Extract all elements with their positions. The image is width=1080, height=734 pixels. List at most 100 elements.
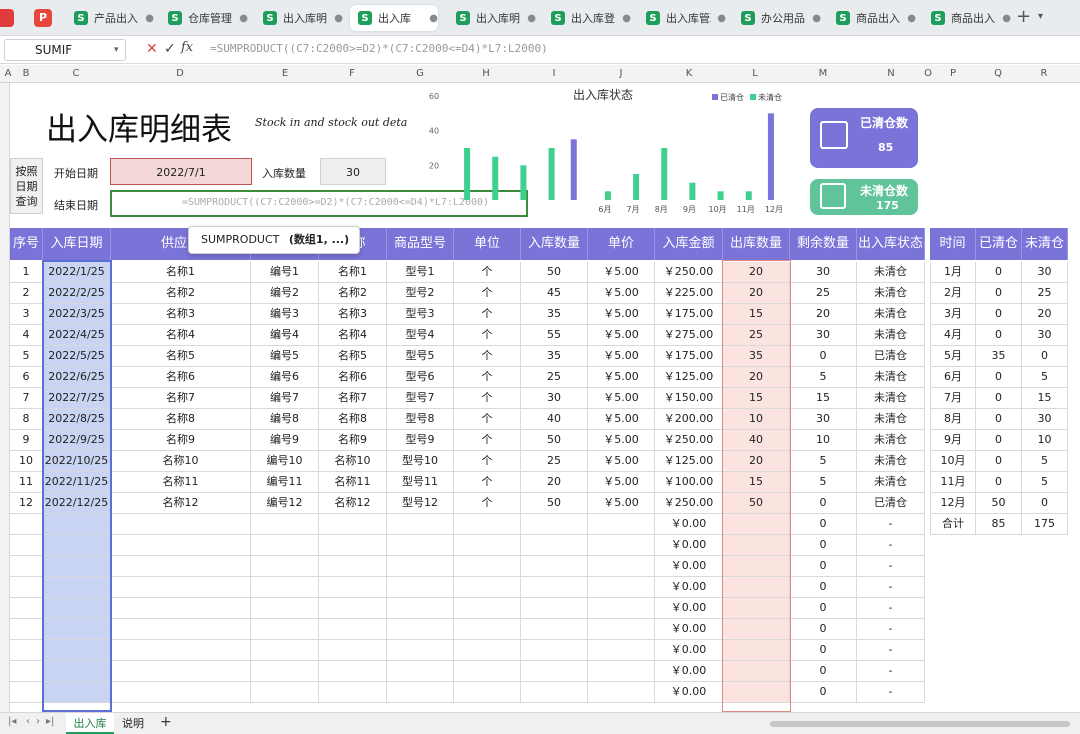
summary-cell[interactable]: 30: [1022, 325, 1068, 346]
table-cell[interactable]: [723, 598, 790, 619]
table-cell[interactable]: ￥5.00: [588, 388, 655, 409]
table-cell[interactable]: 编号11: [251, 472, 319, 493]
table-cell[interactable]: 25: [521, 367, 588, 388]
table-cell[interactable]: 2022/7/25: [43, 388, 111, 409]
prev-sheet-icon[interactable]: ‹: [26, 716, 30, 727]
table-cell[interactable]: [251, 577, 319, 598]
table-cell[interactable]: 20: [723, 367, 790, 388]
table-cell[interactable]: 未清仓: [857, 472, 925, 493]
table-cell[interactable]: ￥275.00: [655, 325, 723, 346]
table-cell[interactable]: 1: [10, 262, 43, 283]
table-cell[interactable]: 名称3: [319, 304, 387, 325]
table-cell[interactable]: [319, 556, 387, 577]
summary-cell[interactable]: 35: [976, 346, 1022, 367]
table-cell[interactable]: [10, 577, 43, 598]
table-cell[interactable]: 型号10: [387, 451, 454, 472]
table-cell[interactable]: 名称2: [319, 283, 387, 304]
table-cell[interactable]: 40: [521, 409, 588, 430]
chevron-down-icon[interactable]: ▾: [1038, 11, 1043, 22]
summary-cell[interactable]: 10: [1022, 430, 1068, 451]
table-cell[interactable]: 名称4: [111, 325, 251, 346]
table-cell[interactable]: 30: [521, 388, 588, 409]
table-cell[interactable]: 名称9: [319, 430, 387, 451]
table-cell[interactable]: -: [857, 661, 925, 682]
table-cell[interactable]: 型号11: [387, 472, 454, 493]
table-cell[interactable]: [319, 661, 387, 682]
column-header[interactable]: N: [885, 68, 897, 79]
table-cell[interactable]: ￥5.00: [588, 451, 655, 472]
table-cell[interactable]: 2: [10, 283, 43, 304]
table-cell[interactable]: [251, 619, 319, 640]
table-cell[interactable]: ￥0.00: [655, 640, 723, 661]
table-cell[interactable]: ￥5.00: [588, 283, 655, 304]
table-cell[interactable]: [521, 514, 588, 535]
table-cell[interactable]: 名称1: [111, 262, 251, 283]
table-cell[interactable]: 0: [790, 535, 857, 556]
confirm-icon[interactable]: ✓: [164, 41, 176, 57]
table-cell[interactable]: 25: [521, 451, 588, 472]
table-cell[interactable]: [387, 514, 454, 535]
table-cell[interactable]: [723, 514, 790, 535]
summary-cell[interactable]: 0: [976, 304, 1022, 325]
table-cell[interactable]: -: [857, 598, 925, 619]
table-cell[interactable]: [387, 619, 454, 640]
table-cell[interactable]: 20: [790, 304, 857, 325]
cancel-icon[interactable]: ✕: [146, 41, 158, 57]
pdf-icon[interactable]: P: [34, 9, 52, 27]
table-cell[interactable]: 名称3: [111, 304, 251, 325]
table-cell[interactable]: [588, 619, 655, 640]
summary-cell[interactable]: 0: [976, 409, 1022, 430]
horizontal-scrollbar[interactable]: [770, 721, 1070, 727]
table-cell[interactable]: [111, 619, 251, 640]
close-tab-icon[interactable]: ●: [1002, 13, 1011, 24]
close-tab-icon[interactable]: ●: [717, 13, 726, 24]
table-cell[interactable]: [588, 514, 655, 535]
column-header[interactable]: Q: [992, 68, 1004, 79]
tab-2[interactable]: S 仓库管理 ●: [160, 5, 248, 31]
table-cell[interactable]: ￥5.00: [588, 325, 655, 346]
name-box[interactable]: SUMIF: [4, 39, 126, 61]
summary-cell[interactable]: 合计: [930, 514, 976, 535]
column-header[interactable]: H: [480, 68, 492, 79]
table-cell[interactable]: ￥0.00: [655, 598, 723, 619]
table-cell[interactable]: 2022/2/25: [43, 283, 111, 304]
table-cell[interactable]: 50: [521, 430, 588, 451]
tab-10[interactable]: S 商品出入 ●: [923, 5, 1011, 31]
table-cell[interactable]: [454, 682, 521, 703]
table-cell[interactable]: 0: [790, 640, 857, 661]
table-cell[interactable]: 未清仓: [857, 325, 925, 346]
tab-9[interactable]: S 商品出入 ●: [828, 5, 916, 31]
column-header[interactable]: K: [683, 68, 695, 79]
table-cell[interactable]: 25: [723, 325, 790, 346]
table-cell[interactable]: [387, 640, 454, 661]
summary-cell[interactable]: 10月: [930, 451, 976, 472]
tab-4[interactable]: S 出入库 ●: [350, 5, 438, 31]
table-cell[interactable]: 编号2: [251, 283, 319, 304]
table-cell[interactable]: ￥0.00: [655, 682, 723, 703]
table-cell[interactable]: 2022/9/25: [43, 430, 111, 451]
summary-cell[interactable]: 0: [1022, 346, 1068, 367]
table-cell[interactable]: 30: [790, 325, 857, 346]
table-cell[interactable]: [319, 598, 387, 619]
table-cell[interactable]: 名称6: [319, 367, 387, 388]
table-cell[interactable]: 11: [10, 472, 43, 493]
table-cell[interactable]: 15: [723, 388, 790, 409]
table-cell[interactable]: [10, 640, 43, 661]
table-cell[interactable]: 编号6: [251, 367, 319, 388]
table-cell[interactable]: 型号9: [387, 430, 454, 451]
close-tab-icon[interactable]: ●: [527, 13, 536, 24]
table-cell[interactable]: ￥5.00: [588, 409, 655, 430]
table-cell[interactable]: 10: [723, 409, 790, 430]
table-cell[interactable]: [319, 682, 387, 703]
table-cell[interactable]: [10, 598, 43, 619]
table-cell[interactable]: [251, 598, 319, 619]
table-cell[interactable]: 25: [790, 283, 857, 304]
table-cell[interactable]: 15: [723, 304, 790, 325]
table-cell[interactable]: [111, 661, 251, 682]
summary-cell[interactable]: 6月: [930, 367, 976, 388]
table-cell[interactable]: [454, 598, 521, 619]
table-cell[interactable]: 个: [454, 451, 521, 472]
table-cell[interactable]: [43, 619, 111, 640]
table-cell[interactable]: 编号7: [251, 388, 319, 409]
tab-3[interactable]: S 出入库明 ●: [255, 5, 343, 31]
